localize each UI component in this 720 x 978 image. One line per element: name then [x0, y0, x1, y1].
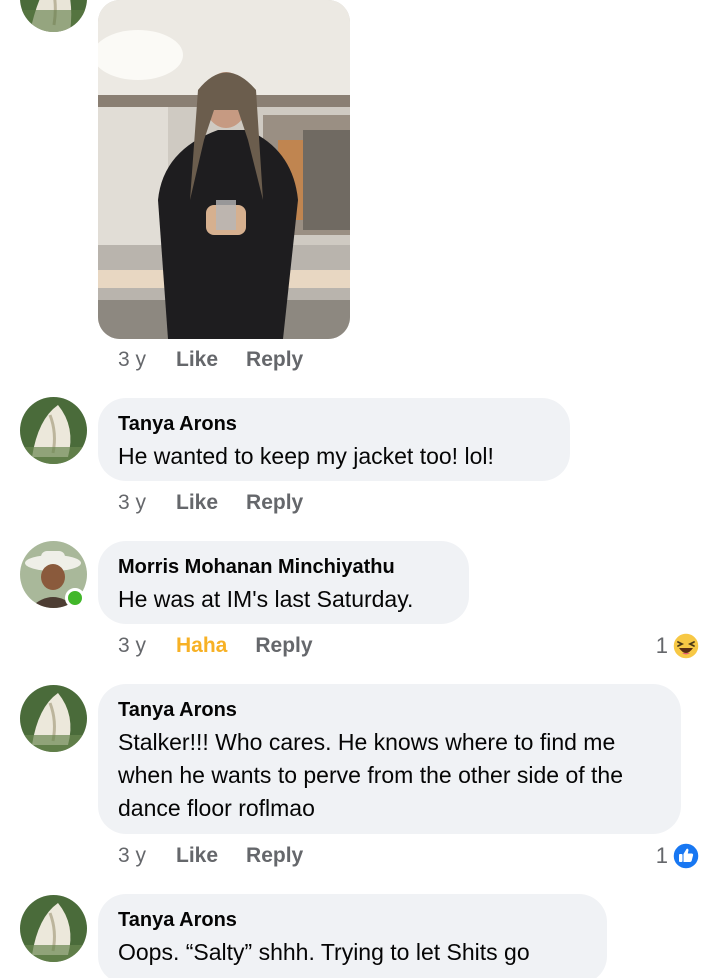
reply-button[interactable]: Reply [246, 491, 303, 515]
comment-author[interactable]: Tanya Arons [118, 412, 550, 436]
comment-author[interactable]: Morris Mohanan Minchiyathu [118, 555, 449, 579]
thumbs-up-icon [672, 842, 700, 870]
comment-time: 3 y [118, 491, 147, 514]
comment-actions: 3 y Like Reply [118, 488, 331, 518]
online-status-indicator [65, 588, 85, 608]
comment-time: 3 y [118, 348, 147, 371]
reaction-summary[interactable]: 1 [656, 841, 700, 871]
avatar[interactable] [20, 685, 87, 752]
comment-time: 3 y [118, 634, 147, 657]
reply-button[interactable]: Reply [246, 844, 303, 868]
avatar[interactable] [20, 397, 87, 464]
comment-text: He wanted to keep my jacket too! lol! [118, 443, 494, 469]
reply-button[interactable]: Reply [246, 348, 303, 372]
comment-author[interactable]: Tanya Arons [118, 908, 587, 932]
comment-actions: 3 y Like Reply [118, 841, 331, 871]
comment-photo[interactable] [98, 0, 350, 339]
haha-reaction-button[interactable]: Haha [176, 634, 227, 658]
reply-button[interactable]: Reply [255, 634, 312, 658]
comment-text: He was at IM's last Saturday. [118, 586, 414, 612]
haha-emoji-icon [672, 632, 700, 660]
photo-comment-actions: 3 y Like Reply [118, 345, 331, 375]
avatar[interactable] [20, 895, 87, 962]
like-button[interactable]: Like [176, 844, 218, 868]
comment-author[interactable]: Tanya Arons [118, 698, 661, 722]
comment-text: Oops. “Salty” shhh. Trying to let Shits … [118, 939, 530, 965]
comment-text: Stalker!!! Who cares. He knows where to … [118, 729, 624, 821]
comment-time: 3 y [118, 844, 147, 867]
like-button[interactable]: Like [176, 491, 218, 515]
comment-bubble: Tanya Arons Stalker!!! Who cares. He kno… [98, 684, 681, 834]
reaction-count: 1 [655, 633, 668, 658]
avatar[interactable] [20, 0, 87, 32]
comment-bubble: Tanya Arons Oops. “Salty” shhh. Trying t… [98, 894, 607, 978]
like-button[interactable]: Like [176, 348, 218, 372]
comment-bubble: Morris Mohanan Minchiyathu He was at IM'… [98, 541, 469, 624]
reaction-summary[interactable]: 1 [656, 631, 700, 661]
reaction-count: 1 [655, 843, 668, 868]
comment-bubble: Tanya Arons He wanted to keep my jacket … [98, 398, 570, 481]
comment-actions: 3 y Haha Reply [118, 631, 341, 661]
